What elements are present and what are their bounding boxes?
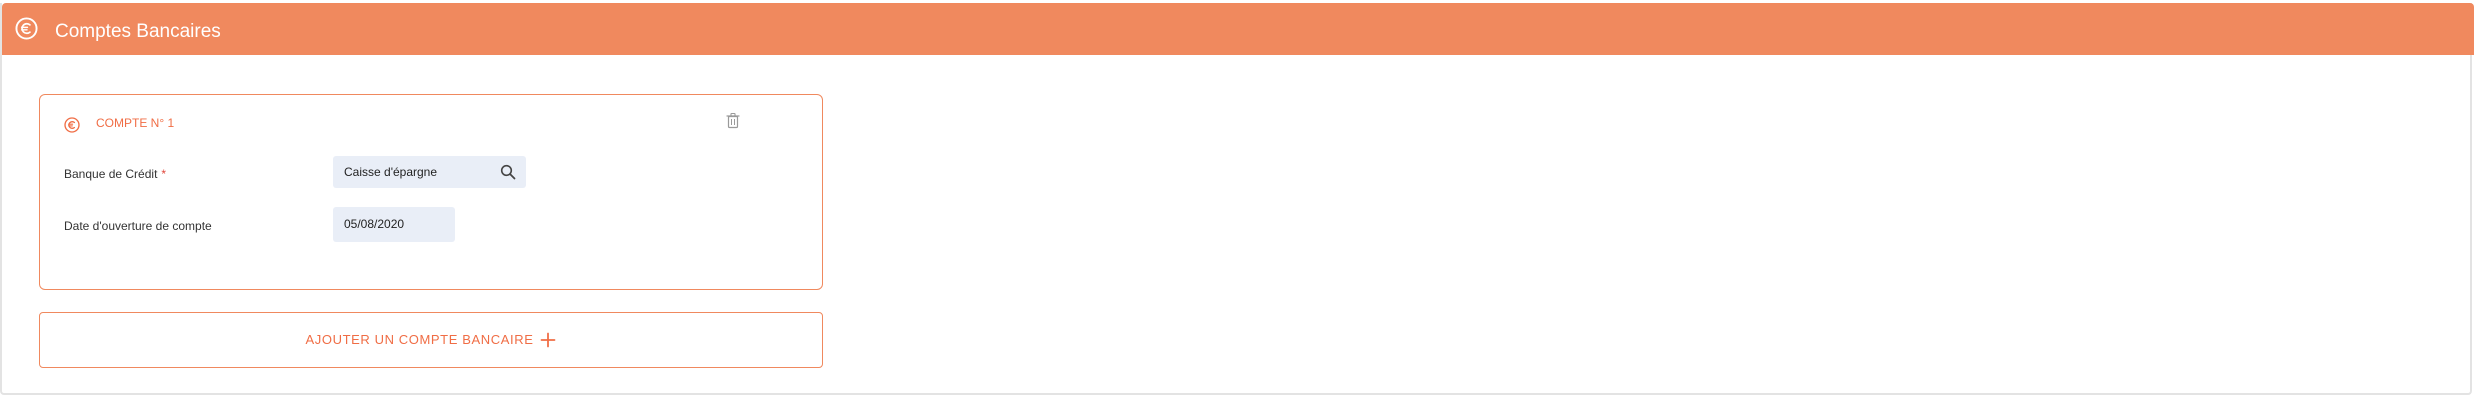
- bank-search-input[interactable]: Caisse d'épargne: [333, 156, 526, 188]
- bank-label-text: Banque de Crédit: [64, 167, 158, 181]
- plus-icon: [540, 332, 556, 348]
- trash-icon: [726, 112, 740, 129]
- bank-input-value: Caisse d'épargne: [344, 165, 438, 179]
- panel-title: Comptes Bancaires: [55, 21, 221, 42]
- account-title: COMPTE N° 1: [96, 116, 175, 130]
- euro-circle-icon: [64, 117, 80, 133]
- euro-circle-icon: [15, 17, 38, 40]
- opening-date-value: 05/08/2020: [344, 217, 405, 231]
- bank-accounts-panel: Comptes Bancaires COMPTE N° 1 Banque de …: [0, 3, 2474, 395]
- required-marker: *: [161, 167, 167, 181]
- add-account-button[interactable]: AJOUTER UN COMPTE BANCAIRE: [39, 312, 823, 368]
- opening-date-input[interactable]: 05/08/2020: [333, 207, 455, 242]
- bank-label: Banque de Crédit *: [64, 167, 166, 181]
- opening-date-label: Date d'ouverture de compte: [64, 219, 212, 233]
- add-account-label: AJOUTER UN COMPTE BANCAIRE: [305, 332, 534, 347]
- delete-account-button[interactable]: [725, 112, 741, 130]
- search-icon[interactable]: [500, 164, 516, 180]
- add-account-content: AJOUTER UN COMPTE BANCAIRE: [306, 313, 557, 366]
- account-card: COMPTE N° 1 Banque de Crédit * Caisse d'é…: [39, 94, 823, 290]
- panel-header: Comptes Bancaires: [2, 3, 2474, 55]
